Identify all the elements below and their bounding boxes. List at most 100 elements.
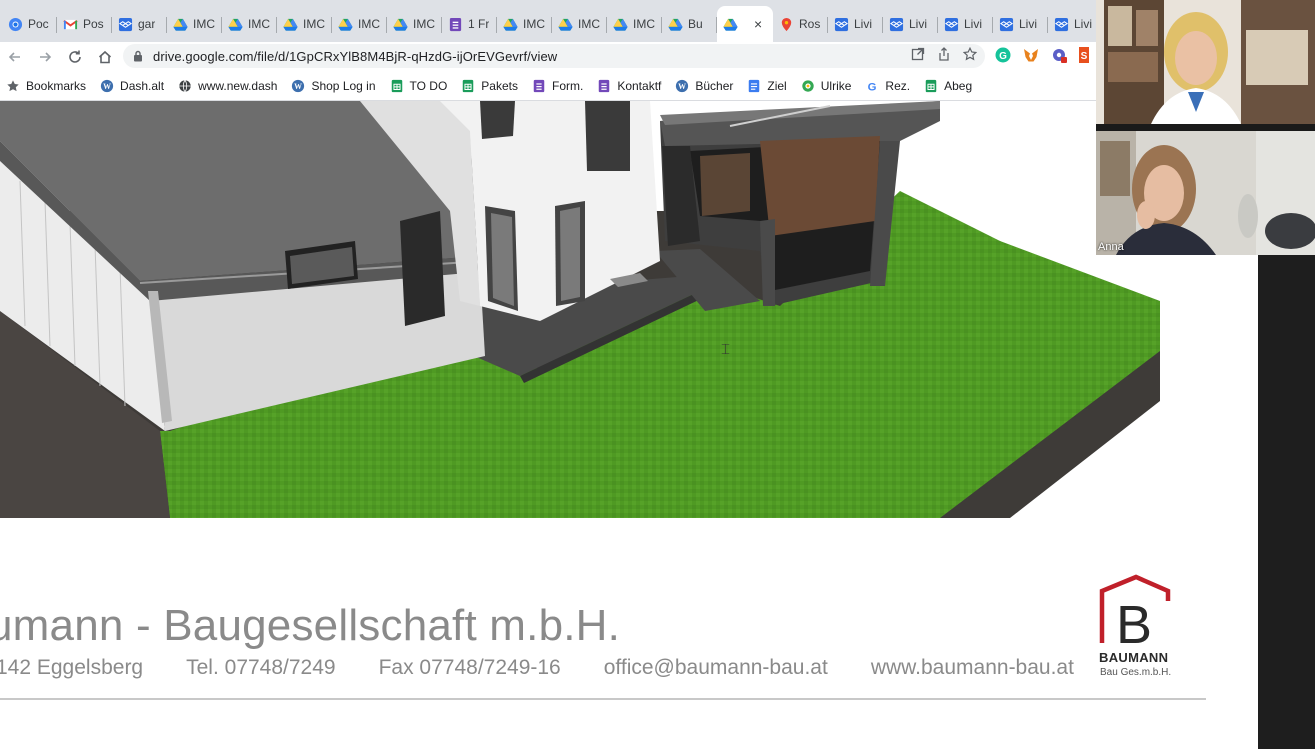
close-tab-icon[interactable]: ×	[754, 16, 762, 32]
tab-title: Pos	[83, 17, 104, 31]
tab-strip: Poc Pos gar IMC IMC IMC IMC IMC 1 Fr IMC IMC IMC Bu ×…	[0, 0, 1096, 42]
google-docs-icon	[749, 79, 760, 92]
bookmark-item[interactable]: Form.	[532, 79, 583, 93]
bookmark-item[interactable]: Ulrike	[801, 79, 851, 93]
dropbox-icon	[889, 17, 904, 31]
google-drive-icon	[393, 18, 408, 31]
tab-title: Ros	[799, 17, 821, 31]
tab-title: 1 Fr	[468, 17, 490, 31]
tab-title: IMC	[578, 17, 600, 31]
browser-tab[interactable]: Pos	[57, 6, 112, 42]
svg-text:W: W	[295, 82, 303, 91]
google-drive-icon	[338, 18, 353, 31]
extension-s-icon[interactable]: S	[1079, 47, 1089, 63]
browser-tab[interactable]: Livi	[828, 6, 883, 42]
browser-tab[interactable]: Livi	[938, 6, 993, 42]
browser-toolbar: drive.google.com/file/d/1GpCRxYlB8M4BjR-…	[0, 42, 1096, 71]
tab-title: Livi	[909, 17, 928, 31]
bookmark-item[interactable]: W Shop Log in	[291, 78, 376, 93]
share-icon[interactable]	[937, 47, 951, 61]
viewer-right-margin	[1206, 255, 1258, 749]
url-text: drive.google.com/file/d/1GpCRxYlB8M4BjR-…	[153, 48, 558, 64]
bookmark-item[interactable]: www.new.dash	[178, 79, 277, 93]
bookmark-item[interactable]: Kontaktf	[597, 79, 661, 93]
tab-title: IMC	[303, 17, 325, 31]
browser-tab[interactable]: Livi	[1048, 6, 1096, 42]
bookmark-item[interactable]: W Dash.alt	[100, 79, 164, 93]
back-button[interactable]	[0, 44, 30, 70]
bookmark-item[interactable]: Ziel	[747, 79, 787, 93]
browser-tab[interactable]: Livi	[883, 6, 938, 42]
bookmark-item[interactable]: G Rez.	[865, 79, 910, 93]
google-sheets-icon	[463, 79, 474, 92]
svg-text:W: W	[103, 82, 111, 91]
google-sheets-icon	[391, 79, 402, 92]
house-3d-rendering	[0, 101, 1160, 518]
google-forms-icon	[599, 79, 610, 92]
participant-video-2[interactable]: Anna	[1096, 131, 1315, 255]
browser-tab[interactable]: IMC	[167, 6, 222, 42]
page-bottom-edge	[0, 698, 1212, 700]
tab-title: IMC	[633, 17, 655, 31]
browser-tab[interactable]: IMC	[387, 6, 442, 42]
browser-tab[interactable]: IMC	[607, 6, 662, 42]
logo-subtitle: Bau Ges.m.b.H.	[1100, 667, 1172, 678]
tab-title: IMC	[358, 17, 380, 31]
home-button[interactable]	[90, 44, 120, 70]
participant-video-1[interactable]	[1096, 0, 1315, 124]
browser-tab[interactable]: IMC	[332, 6, 387, 42]
svg-text:S: S	[1081, 51, 1088, 62]
dark-side-strip	[1258, 255, 1315, 749]
metamask-fox-icon[interactable]	[1023, 47, 1039, 63]
google-drive-icon	[613, 18, 628, 31]
dropbox-icon	[999, 17, 1014, 31]
bookmark-item[interactable]: Pakets	[461, 79, 518, 93]
forward-button[interactable]	[30, 44, 60, 70]
dropbox-icon	[834, 17, 849, 31]
browser-tab[interactable]: IMC	[222, 6, 277, 42]
extension-gear-icon[interactable]	[1051, 47, 1067, 63]
google-drive-icon	[228, 18, 243, 31]
bookmark-label: Pakets	[481, 78, 518, 93]
reload-icon	[69, 50, 81, 63]
bookmark-item[interactable]: Abeg	[924, 79, 972, 93]
bookmark-label: Rez.	[885, 78, 911, 93]
svg-text:W: W	[678, 82, 686, 91]
gmail-icon	[63, 19, 78, 29]
browser-tab[interactable]: gar	[112, 6, 167, 42]
wordpress-icon: W	[676, 79, 689, 92]
svg-text:B: B	[1116, 595, 1152, 655]
bookmark-label: Shop Log in	[311, 78, 376, 93]
tab-title: IMC	[248, 17, 270, 31]
browser-tab[interactable]: IMC	[497, 6, 552, 42]
bookmark-label: Form.	[551, 78, 584, 93]
bookmark-item[interactable]: TO DO	[390, 79, 447, 93]
lock-icon	[134, 50, 142, 62]
browser-tab[interactable]: Livi	[993, 6, 1048, 42]
address-text: 142 Eggelsberg	[0, 656, 144, 679]
grammarly-icon[interactable]: G	[995, 47, 1011, 63]
google-drive-icon	[723, 18, 738, 31]
tab-title: Livi	[1019, 17, 1038, 31]
browser-tab[interactable]: Bu	[662, 6, 717, 42]
open-in-new-icon[interactable]	[911, 47, 925, 61]
participant-2-video-frame	[1096, 131, 1315, 255]
bookmark-item[interactable]: W Bücher	[675, 79, 733, 93]
tab-title: gar	[138, 17, 156, 31]
google-drive-icon	[173, 18, 188, 31]
address-bar[interactable]: drive.google.com/file/d/1GpCRxYlB8M4BjR-…	[123, 44, 985, 68]
browser-tab[interactable]: IMC	[552, 6, 607, 42]
tab-title: Livi	[964, 17, 983, 31]
bookmark-star-icon[interactable]	[963, 47, 977, 61]
browser-tab[interactable]: ×	[717, 6, 773, 42]
wordpress-icon: W	[100, 79, 114, 92]
bookmark-item[interactable]: Bookmarks	[6, 79, 86, 93]
browser-tab[interactable]: Poc	[2, 6, 57, 42]
bookmark-label: Dash.alt	[120, 78, 165, 93]
email-text: office@baumann-bau.at	[603, 656, 828, 679]
browser-tab[interactable]: 1 Fr	[442, 6, 497, 42]
browser-tab[interactable]: Ros	[773, 6, 828, 42]
browser-tab[interactable]: IMC	[277, 6, 332, 42]
google-drive-icon	[668, 18, 683, 31]
reload-button[interactable]	[60, 44, 90, 70]
